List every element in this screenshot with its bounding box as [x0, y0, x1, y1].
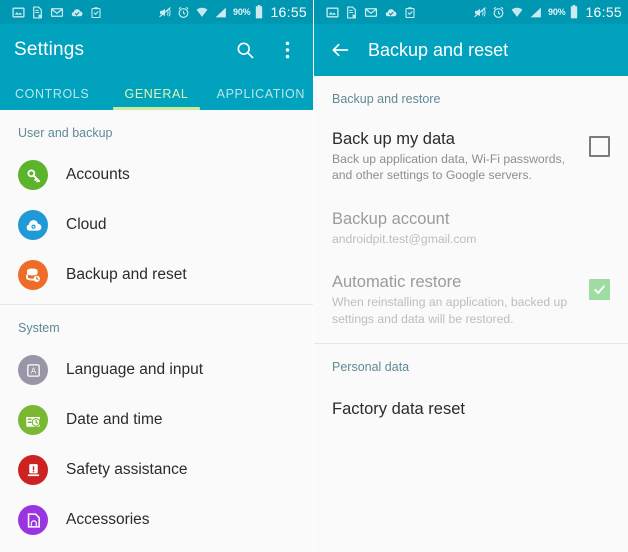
back-arrow-icon[interactable] [328, 38, 352, 62]
sidebar-item-label: Backup and reset [66, 266, 187, 283]
key-icon [18, 160, 48, 190]
page-title: Settings [14, 39, 85, 60]
svg-text:A: A [30, 366, 36, 375]
status-bar-notification-icons [326, 5, 416, 19]
pref-backup-account[interactable]: Backup account androidpit.test@gmail.com [314, 196, 628, 259]
pref-title: Back up my data [332, 130, 455, 148]
battery-percent-label: 90% [548, 7, 566, 17]
clipboard-check-icon [404, 6, 416, 19]
cellular-signal-icon [214, 6, 228, 19]
clipboard-check-icon [90, 6, 102, 19]
headphone-device-icon [18, 505, 48, 535]
letter-a-icon: A [18, 355, 48, 385]
status-bar-right: 90% 16:55 [314, 0, 628, 24]
section-header-user-and-backup: User and backup [18, 126, 113, 140]
sidebar-item-label: Accessories [66, 511, 150, 528]
backup-app-bar: Backup and reset [314, 24, 628, 76]
email-icon [364, 6, 378, 19]
automatic-restore-checkbox[interactable] [589, 279, 610, 301]
page-title: Backup and reset [368, 39, 509, 60]
wifi-icon [195, 6, 209, 19]
warning-icon [18, 455, 48, 485]
pref-text: Automatic restore When reinstalling an a… [332, 273, 589, 327]
pref-text: Back up my data Back up application data… [332, 130, 589, 184]
calendar-clock-icon [18, 405, 48, 435]
sidebar-item-label: Safety assistance [66, 461, 188, 478]
left-phone-screen: 90% 16:55 Settings CONTROLS GENERAL APPL… [0, 0, 314, 552]
photo-icon [326, 6, 339, 19]
sidebar-item-label: Accounts [66, 166, 130, 183]
pref-title: Automatic restore [332, 273, 462, 292]
settings-app-bar: Settings [0, 24, 313, 76]
pref-title: Backup account [332, 209, 450, 228]
cloud-icon [18, 210, 48, 240]
app-bar-actions [233, 38, 299, 62]
status-bar-left: 90% 16:55 [0, 0, 313, 24]
photo-icon [12, 6, 25, 19]
pref-subtitle: androidpit.test@gmail.com [332, 231, 477, 246]
pref-text: Backup account androidpit.test@gmail.com [332, 210, 610, 247]
battery-percent-label: 90% [233, 7, 251, 17]
document-unavailable-icon [345, 5, 358, 19]
document-unavailable-icon [31, 5, 44, 19]
tab-general[interactable]: GENERAL [104, 76, 208, 110]
status-bar-notification-icons [12, 5, 102, 19]
sidebar-item-accessories[interactable]: Accessories [0, 495, 313, 545]
pref-automatic-restore[interactable]: Automatic restore When reinstalling an a… [314, 259, 628, 339]
database-restore-icon [18, 260, 48, 290]
pref-subtitle: When reinstalling an application, backed… [332, 295, 568, 326]
pref-back-up-my-data[interactable]: Back up my data Back up application data… [314, 116, 628, 196]
clock-label: 16:55 [585, 4, 622, 20]
search-icon[interactable] [233, 38, 257, 62]
sidebar-item-accounts[interactable]: Accounts [0, 150, 313, 200]
cloud-sync-complete-icon [384, 6, 398, 19]
settings-tab-bar: CONTROLS GENERAL APPLICATION [0, 76, 313, 110]
volume-mute-icon [473, 6, 487, 19]
battery-icon [570, 5, 578, 19]
status-bar-system-icons: 90% 16:55 [473, 4, 622, 20]
sidebar-item-label: Language and input [66, 361, 204, 378]
alarm-clock-icon [177, 6, 190, 19]
cellular-signal-icon [529, 6, 543, 19]
tab-controls[interactable]: CONTROLS [0, 76, 104, 110]
pref-title: Factory data reset [332, 400, 465, 419]
section-header-backup-and-restore: Backup and restore [332, 92, 441, 106]
backup-settings-pane: Backup and restore Back up my data Back … [314, 76, 628, 552]
pref-subtitle: Back up application data, Wi-Fi password… [332, 152, 566, 183]
battery-icon [255, 5, 263, 19]
email-icon [50, 6, 64, 19]
sidebar-item-label: Cloud [66, 216, 107, 233]
more-vertical-icon[interactable] [275, 38, 299, 62]
settings-list-pane: User and backup Accounts Cloud Backup an… [0, 110, 313, 552]
section-header-system: System [18, 321, 60, 335]
status-bar-system-icons: 90% 16:55 [158, 4, 307, 20]
dual-screenshot-container: 90% 16:55 Settings CONTROLS GENERAL APPL… [0, 0, 628, 552]
sidebar-item-label: Date and time [66, 411, 163, 428]
sidebar-item-cloud[interactable]: Cloud [0, 200, 313, 250]
back-up-my-data-checkbox[interactable] [589, 136, 610, 157]
sidebar-item-backup-and-reset[interactable]: Backup and reset [0, 250, 313, 300]
wifi-icon [510, 6, 524, 19]
sidebar-item-safety-assistance[interactable]: Safety assistance [0, 445, 313, 495]
section-header-personal-data: Personal data [332, 360, 410, 375]
volume-mute-icon [158, 6, 172, 19]
tab-application[interactable]: APPLICATION [209, 76, 313, 110]
pref-factory-data-reset[interactable]: Factory data reset [314, 384, 628, 439]
alarm-clock-icon [492, 6, 505, 19]
right-phone-screen: 90% 16:55 Backup and reset Backup and re… [314, 0, 628, 552]
sidebar-item-date-and-time[interactable]: Date and time [0, 395, 313, 445]
sidebar-item-language-and-input[interactable]: A Language and input [0, 345, 313, 395]
clock-label: 16:55 [270, 4, 307, 20]
cloud-sync-complete-icon [70, 6, 84, 19]
